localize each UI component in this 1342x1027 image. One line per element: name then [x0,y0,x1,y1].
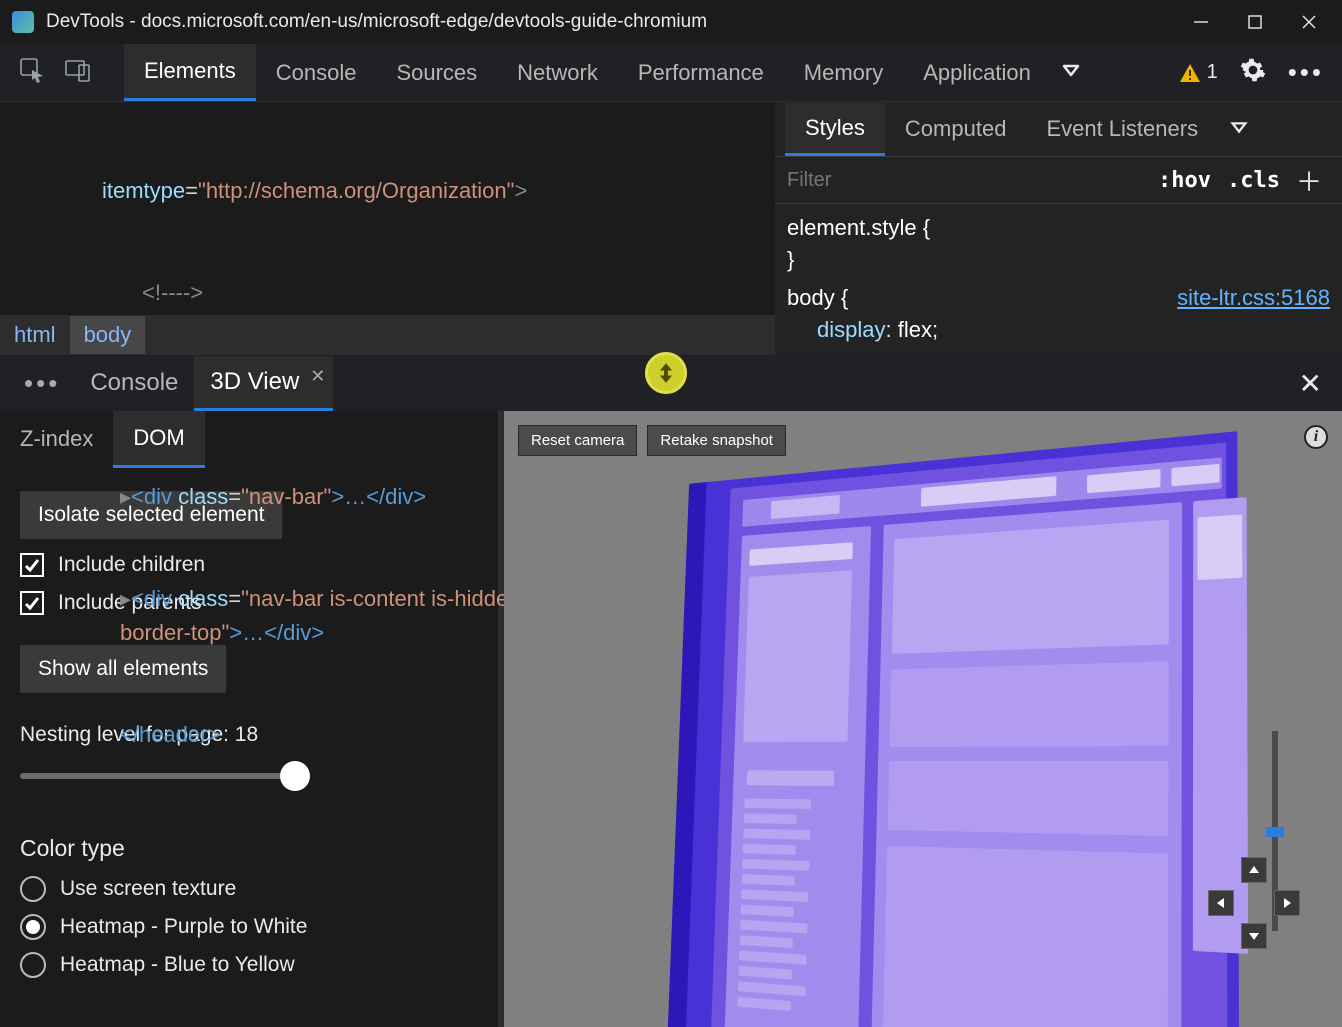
drawer-tab-3dview[interactable]: 3D View ✕ [194,356,333,411]
elements-panel[interactable]: itemtype="http://schema.org/Organization… [0,102,775,355]
kebab-menu-icon[interactable]: ••• [1288,57,1324,88]
close-tab-icon[interactable]: ✕ [310,366,325,387]
inspect-icon[interactable] [18,56,46,89]
warnings-badge[interactable]: 1 [1179,61,1218,84]
disclosure-triangle-icon[interactable]: ▸ [120,586,131,611]
main-toolbar: Elements Console Sources Network Perform… [0,44,1342,102]
tab-application[interactable]: Application [903,46,1051,100]
pan-left-button[interactable] [1208,890,1234,916]
maximize-button[interactable] [1242,9,1268,35]
minimize-button[interactable] [1188,9,1214,35]
more-tabs-icon[interactable] [1059,58,1083,87]
styles-tab[interactable]: Styles [785,103,885,156]
breadcrumb: html body [0,315,775,355]
stylesheet-link[interactable]: site-ltr.css:5168 [1177,282,1330,314]
crumb-body[interactable]: body [70,316,146,354]
event-listeners-tab[interactable]: Event Listeners [1026,104,1218,154]
css-prop-display[interactable]: display [817,317,885,342]
tab-sources[interactable]: Sources [376,46,497,100]
tab-memory[interactable]: Memory [784,46,903,100]
nesting-slider[interactable] [20,761,310,791]
disclosure-triangle-icon[interactable]: ▸ [120,484,131,509]
rule-body-selector[interactable]: body { [787,285,848,310]
hov-toggle[interactable]: :hov [1150,164,1219,197]
cls-toggle[interactable]: .cls [1219,164,1288,197]
tab-performance[interactable]: Performance [618,46,784,100]
drawer-tabbar: ••• Console 3D View ✕ ✕ [0,355,1342,411]
attr-itemtype: itemtype [102,178,185,203]
comment-node: <!----> [142,280,203,305]
device-toggle-icon[interactable] [64,56,92,89]
radio-heatmap-purple[interactable] [20,914,46,940]
pan-down-button[interactable] [1241,923,1267,949]
new-rule-icon[interactable]: ＋ [1288,162,1330,199]
window-titlebar: DevTools - docs.microsoft.com/en-us/micr… [0,0,1342,44]
tab-network[interactable]: Network [497,46,618,100]
rule-element-style[interactable]: element.style { [787,215,930,240]
radio-screen-texture[interactable] [20,876,46,902]
drawer-tab-console[interactable]: Console [74,357,194,409]
tab-elements[interactable]: Elements [124,44,256,101]
resize-handle-icon[interactable] [645,352,687,394]
styles-panel: Styles Computed Event Listeners :hov .cl… [775,102,1342,355]
more-tabs-icon[interactable] [1228,116,1250,143]
radio-heatmap-blue[interactable] [20,952,46,978]
3d-dom-stack [685,431,1239,1027]
drawer-menu-icon[interactable]: ••• [10,368,74,399]
settings-icon[interactable] [1240,57,1266,88]
crumb-html[interactable]: html [0,316,70,354]
pan-right-button[interactable] [1274,890,1300,916]
info-icon[interactable]: i [1304,425,1328,449]
pan-up-button[interactable] [1241,857,1267,883]
app-icon [12,11,34,33]
window-title: DevTools - docs.microsoft.com/en-us/micr… [46,11,1188,33]
warnings-count: 1 [1207,61,1218,84]
reset-camera-button[interactable]: Reset camera [518,425,637,456]
filter-input[interactable] [787,169,1150,192]
close-button[interactable] [1296,9,1322,35]
closing-tag: </header> [120,722,220,747]
pan-controls [1208,857,1300,949]
close-drawer-icon[interactable]: ✕ [1289,367,1332,400]
3d-viewport[interactable]: Reset camera Retake snapshot i [504,411,1342,1027]
tab-console[interactable]: Console [256,46,377,100]
retake-snapshot-button[interactable]: Retake snapshot [647,425,786,456]
computed-tab[interactable]: Computed [885,104,1027,154]
color-type-heading: Color type [20,835,478,862]
